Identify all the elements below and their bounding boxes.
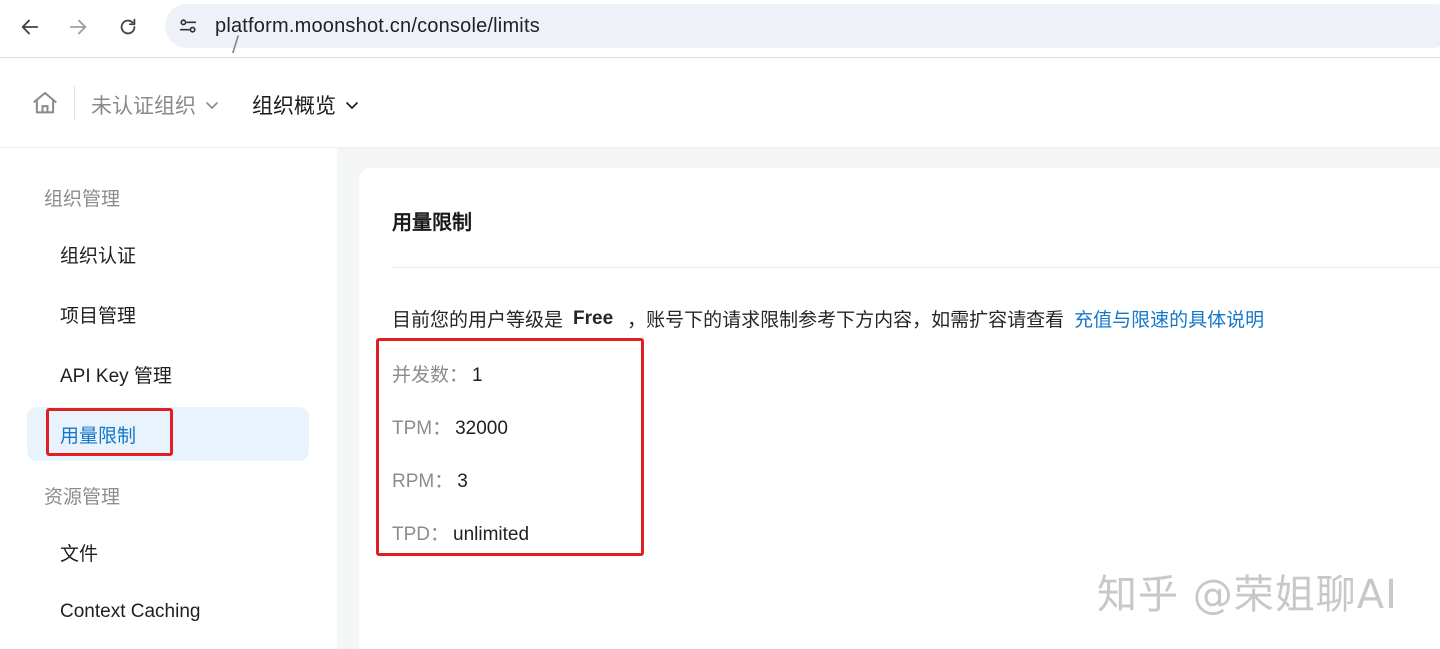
chevron-down-icon — [206, 102, 218, 109]
sidebar-group-resource: 资源管理 — [44, 486, 121, 508]
reload-button[interactable] — [108, 9, 148, 45]
site-settings-icon[interactable] — [171, 9, 205, 43]
sidebar-group-org: 组织管理 — [44, 188, 121, 210]
breadcrumb-org-label: 未认证组织 — [91, 94, 196, 118]
sidebar-item-context-caching[interactable]: Context Caching — [27, 585, 309, 639]
breadcrumb-page-label: 组织概览 — [252, 94, 336, 118]
address-bar[interactable]: platform.moonshot.cn/console/limits — [165, 4, 1440, 48]
watermark: 知乎 @荣姐聊AI — [1097, 572, 1398, 618]
sidebar-item-api-keys[interactable]: API Key 管理 — [27, 347, 309, 401]
sidebar-item-files[interactable]: 文件 — [27, 525, 309, 579]
reload-icon — [120, 18, 136, 35]
page-title: 用量限制 — [392, 210, 472, 234]
url-text[interactable]: platform.moonshot.cn/console/limits — [215, 15, 540, 38]
highlight-box-limits — [376, 338, 644, 556]
back-button[interactable] — [10, 9, 50, 45]
home-icon[interactable] — [30, 88, 60, 118]
header-divider — [74, 86, 75, 120]
intro-suffix: ，账号下的请求限制参考下方内容，如需扩容请查看 — [627, 309, 1065, 331]
intro-prefix: 目前您的用户等级是 — [392, 309, 564, 331]
breadcrumb-org[interactable]: 未认证组织 — [91, 90, 220, 120]
arrow-right-icon — [69, 19, 87, 35]
browser-toolbar: platform.moonshot.cn/console/limits — [0, 0, 1440, 58]
sidebar-item-projects[interactable]: 项目管理 — [27, 287, 309, 341]
forward-button[interactable] — [58, 9, 98, 45]
user-level: Free — [573, 307, 614, 329]
arrow-left-icon — [21, 19, 39, 35]
breadcrumb-separator: / — [232, 32, 240, 56]
level-info-line: 目前您的用户等级是 Free ，账号下的请求限制参考下方内容，如需扩容请查看 充… — [392, 305, 1264, 332]
chevron-down-icon — [346, 102, 358, 109]
pricing-limits-link[interactable]: 充值与限速的具体说明 — [1074, 305, 1264, 332]
app-header: 未认证组织 — [0, 58, 1440, 148]
sidebar-item-org-verify[interactable]: 组织认证 — [27, 227, 309, 281]
breadcrumb-page[interactable]: 组织概览 — [252, 90, 360, 120]
highlight-box-sidebar — [46, 408, 173, 456]
title-divider — [392, 267, 1440, 268]
